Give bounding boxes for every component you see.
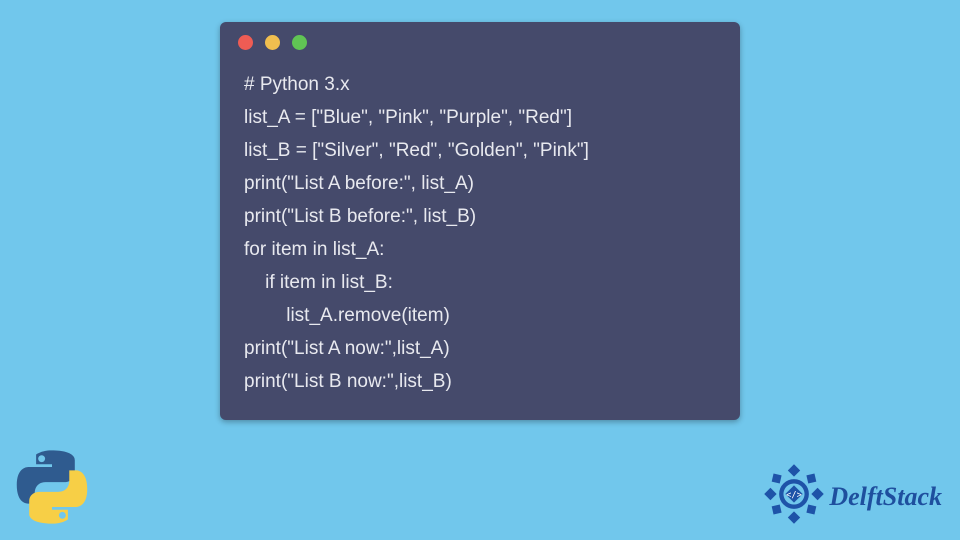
code-window: # Python 3.x list_A = ["Blue", "Pink", "…: [220, 22, 740, 420]
minimize-icon: [265, 35, 280, 50]
code-line: print("List A before:", list_A): [244, 173, 474, 194]
code-line: print("List A now:",list_A): [244, 338, 450, 359]
maximize-icon: [292, 35, 307, 50]
delftstack-logo-icon: </>: [763, 463, 825, 530]
code-line: list_A = ["Blue", "Pink", "Purple", "Red…: [244, 107, 572, 128]
code-line: for item in list_A:: [244, 239, 384, 260]
code-line: print("List B before:", list_B): [244, 206, 476, 227]
svg-text:</>: </>: [787, 491, 803, 501]
brand-badge: </> DelftStack: [763, 463, 942, 530]
code-line: if item in list_B:: [244, 272, 393, 293]
code-line: list_A.remove(item): [244, 305, 450, 326]
code-line: print("List B now:",list_B): [244, 371, 452, 392]
code-body: # Python 3.x list_A = ["Blue", "Pink", "…: [220, 62, 740, 404]
code-line: # Python 3.x: [244, 74, 350, 95]
python-logo-icon: [14, 449, 90, 530]
code-line: list_B = ["Silver", "Red", "Golden", "Pi…: [244, 140, 589, 161]
brand-name: DelftStack: [829, 482, 942, 512]
close-icon: [238, 35, 253, 50]
window-titlebar: [220, 22, 740, 62]
